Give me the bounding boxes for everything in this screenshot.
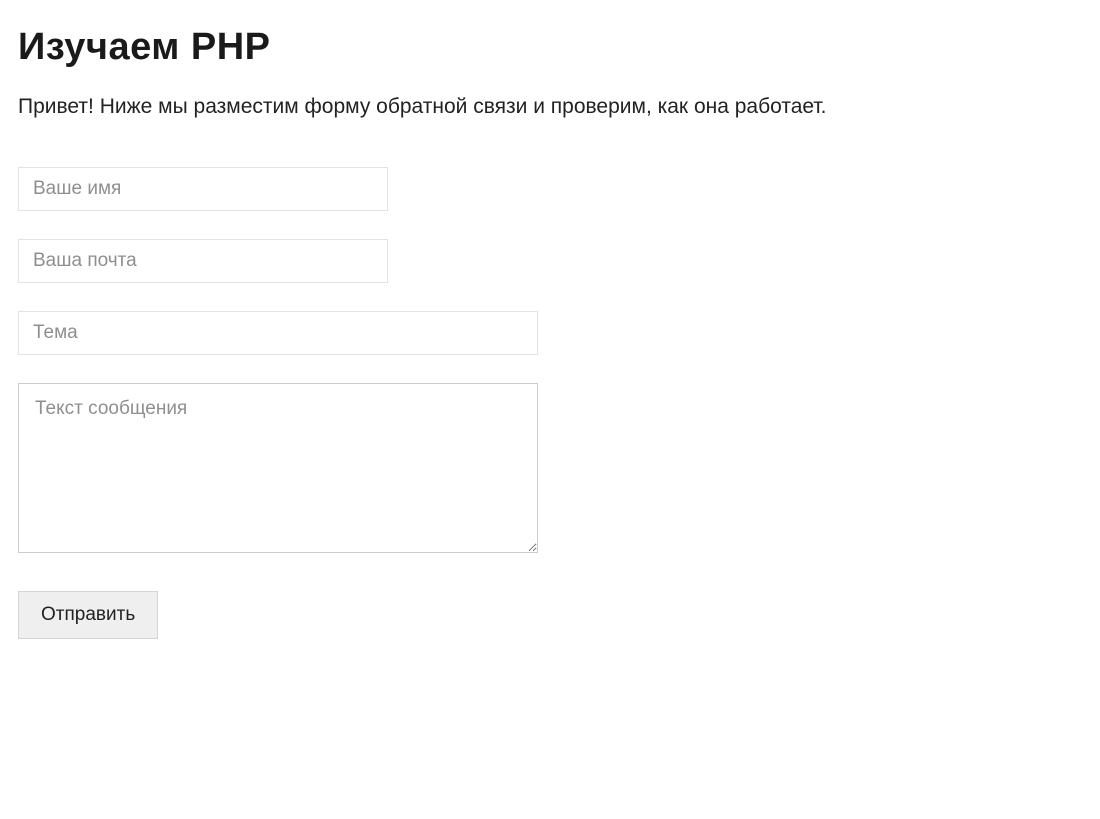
- subject-input[interactable]: [18, 311, 538, 355]
- name-input[interactable]: [18, 167, 388, 211]
- contact-form: Отправить: [18, 167, 1082, 639]
- submit-button[interactable]: Отправить: [18, 591, 158, 639]
- message-textarea[interactable]: [18, 383, 538, 553]
- intro-text: Привет! Ниже мы разместим форму обратной…: [18, 95, 1082, 119]
- email-input[interactable]: [18, 239, 388, 283]
- page-title: Изучаем PHP: [18, 26, 1082, 69]
